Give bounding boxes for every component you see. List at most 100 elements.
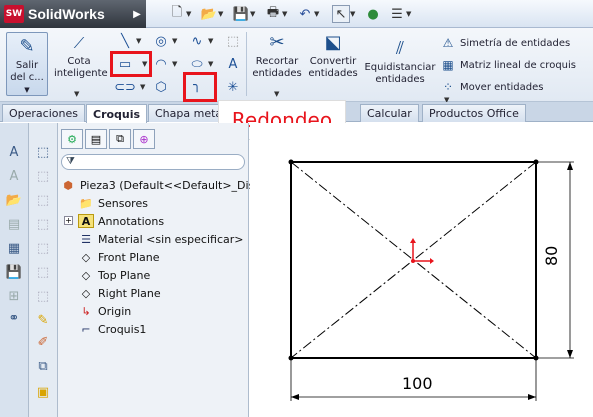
dimension-width-label[interactable]: 100 bbox=[402, 374, 433, 393]
tree-item-sensores[interactable]: 📁 Sensores bbox=[78, 195, 148, 211]
trim-entities-button[interactable]: ✂ Recortar entidades bbox=[252, 32, 302, 92]
slot-icon[interactable]: ⊂⊃ bbox=[114, 78, 136, 96]
open-folder-icon[interactable]: 📂 bbox=[5, 191, 23, 209]
sketch-point[interactable] bbox=[288, 355, 294, 361]
quick-access-toolbar: 🗋 ▼ 📂 ▼ 💾 ▼ 🖶 ▼ ↶ ▼ ↖ ▼ ● ☰ ▼ bbox=[168, 5, 414, 23]
graphics-area[interactable]: 100 80 bbox=[250, 123, 593, 417]
move-entities-button[interactable]: ⁘ Mover entidades bbox=[440, 79, 544, 95]
fillet-highlight bbox=[183, 72, 217, 102]
solidworks-logo[interactable]: SW SolidWorks bbox=[0, 0, 128, 28]
cube-icon[interactable]: ⬚ bbox=[34, 143, 52, 161]
save-icon[interactable]: 💾 bbox=[5, 263, 23, 281]
tab-calcular[interactable]: Calcular bbox=[360, 104, 419, 122]
sketch-point[interactable] bbox=[533, 159, 539, 165]
tree-item-right-plane[interactable]: ◇ Right Plane bbox=[78, 285, 161, 301]
sketch-point[interactable] bbox=[288, 159, 294, 165]
sketch-canvas[interactable]: 100 80 bbox=[250, 123, 593, 417]
circle-icon[interactable]: ◎ bbox=[152, 32, 170, 50]
chevron-down-icon[interactable]: ▼ bbox=[250, 10, 258, 18]
chevron-down-icon[interactable]: ▼ bbox=[406, 10, 414, 18]
layers-icon[interactable]: ▣ bbox=[34, 383, 52, 401]
convert-entities-button[interactable]: ⬕ Convertir entidades bbox=[306, 32, 360, 92]
sketch-point[interactable] bbox=[533, 355, 539, 361]
tree-item-origin[interactable]: ↳ Origin bbox=[78, 303, 131, 319]
cube-iso-icon[interactable]: ⬚ bbox=[34, 239, 52, 257]
chevron-down-icon[interactable]: ▼ bbox=[172, 60, 177, 68]
sw-logo-icon: SW bbox=[4, 5, 24, 23]
exit-sketch-button[interactable]: ✎ Salir del c... ▼ bbox=[6, 32, 48, 96]
origin-icon[interactable] bbox=[410, 238, 434, 264]
chevron-down-icon[interactable]: ▼ bbox=[282, 10, 290, 18]
spline-icon[interactable]: ∿ bbox=[188, 32, 206, 50]
expand-toggle-icon[interactable]: + bbox=[64, 216, 73, 225]
chevron-down-icon[interactable]: ▼ bbox=[140, 83, 145, 91]
text-icon[interactable]: A bbox=[224, 55, 242, 73]
save-icon[interactable]: 💾 bbox=[232, 5, 250, 23]
tree-filter-input[interactable]: ⧩ bbox=[61, 154, 245, 170]
view-toolbar: ⬚ ⬚ ⬚ ⬚ ⬚ ⬚ ⬚ ✎ ✐ ⧉ ▣ bbox=[29, 123, 58, 417]
feature-manager-tab-icon[interactable]: ⚙ bbox=[61, 129, 83, 149]
chevron-down-icon[interactable]: ▼ bbox=[186, 10, 194, 18]
property-manager-tab-icon[interactable]: ▤ bbox=[85, 129, 107, 149]
line-icon[interactable]: ╲ bbox=[116, 32, 134, 50]
dimension-height-label[interactable]: 80 bbox=[542, 246, 561, 266]
chevron-down-icon[interactable]: ▼ bbox=[74, 90, 79, 98]
print-icon[interactable]: 🖶 bbox=[264, 5, 282, 23]
origin-icon: ↳ bbox=[81, 304, 91, 318]
annotation-note-icon[interactable]: A bbox=[5, 143, 23, 161]
cube-trimetric-icon[interactable]: ⬚ bbox=[34, 263, 52, 281]
tab-operaciones[interactable]: Operaciones bbox=[2, 104, 85, 122]
cube-dimetric-icon[interactable]: ⬚ bbox=[34, 287, 52, 305]
chevron-down-icon[interactable]: ▼ bbox=[218, 10, 226, 18]
chevron-down-icon[interactable]: ▼ bbox=[350, 10, 358, 18]
tree-item-top-plane[interactable]: ◇ Top Plane bbox=[78, 267, 150, 283]
chevron-down-icon[interactable]: ▼ bbox=[208, 60, 213, 68]
edit-icon[interactable]: ✐ bbox=[34, 333, 52, 351]
menu-expand-icon[interactable]: ▶ bbox=[128, 0, 146, 28]
tab-productos-office[interactable]: Productos Office bbox=[422, 104, 526, 122]
grid-icon[interactable]: ⊞ bbox=[5, 287, 23, 305]
sketch-icon: ⌐ bbox=[81, 322, 91, 336]
chevron-down-icon[interactable]: ▼ bbox=[136, 37, 141, 45]
hierarchy-icon[interactable]: ⧉ bbox=[34, 357, 52, 375]
rebuild-icon[interactable]: ● bbox=[364, 5, 382, 23]
undo-icon[interactable]: ↶ bbox=[296, 5, 314, 23]
relations-icon[interactable]: ⚭ bbox=[5, 309, 23, 327]
sketch-pencil-icon[interactable]: ✎ bbox=[34, 311, 52, 329]
cube-top-icon[interactable]: ⬚ bbox=[34, 191, 52, 209]
polygon-icon[interactable]: ⬡ bbox=[152, 78, 170, 96]
select-icon[interactable]: ↖ bbox=[332, 5, 350, 23]
tree-item-croquis1[interactable]: ⌐ Croquis1 bbox=[78, 321, 146, 337]
open-icon[interactable]: 📂 bbox=[200, 5, 218, 23]
feature-manager-tree: ⚙ ▤ ⧉ ⊕ ⧩ ⬢ Pieza3 (Default<<Default>_Di… bbox=[58, 123, 254, 417]
cube-front-icon[interactable]: ⬚ bbox=[34, 167, 52, 185]
tree-root-part[interactable]: ⬢ Pieza3 (Default<<Default>_Dis bbox=[60, 177, 254, 193]
chevron-down-icon[interactable]: ▼ bbox=[274, 90, 279, 98]
tree-item-front-plane[interactable]: ◇ Front Plane bbox=[78, 249, 160, 265]
dimxpert-tab-icon[interactable]: ⊕ bbox=[133, 129, 155, 149]
configuration-manager-tab-icon[interactable]: ⧉ bbox=[109, 129, 131, 149]
options-icon[interactable]: ☰ bbox=[388, 5, 406, 23]
mirror-icon: ⚠ bbox=[442, 36, 454, 50]
smart-dimension-button[interactable]: ⟋ Cota inteligente bbox=[54, 32, 108, 88]
block-icon[interactable]: ▤ bbox=[5, 215, 23, 233]
tree-tabs: ⚙ ▤ ⧉ ⊕ bbox=[61, 129, 157, 149]
tab-croquis[interactable]: Croquis bbox=[86, 104, 148, 123]
chevron-down-icon[interactable]: ▼ bbox=[208, 37, 213, 45]
chevron-down-icon[interactable]: ▼ bbox=[172, 37, 177, 45]
tree-item-annotations[interactable]: A Annotations bbox=[78, 213, 164, 229]
offset-entities-button[interactable]: ⫽ Equidistanciar entidades bbox=[364, 38, 436, 94]
ellipse-icon[interactable]: ⬭ bbox=[188, 55, 206, 73]
linear-pattern-button[interactable]: ▦ Matriz lineal de croquis bbox=[440, 57, 576, 73]
cube-right-icon[interactable]: ⬚ bbox=[34, 215, 52, 233]
point-icon[interactable]: ✳ bbox=[224, 78, 242, 96]
tree-item-material[interactable]: ☰ Material <sin especificar> bbox=[78, 231, 243, 247]
plane-icon[interactable]: ⬚ bbox=[224, 32, 242, 50]
exit-sketch-icon: ✎ bbox=[19, 36, 35, 57]
new-document-icon[interactable]: 🗋 bbox=[168, 5, 186, 23]
chevron-down-icon[interactable]: ▼ bbox=[314, 10, 322, 18]
annotation-icon[interactable]: A bbox=[5, 167, 23, 185]
mirror-entities-button[interactable]: ⚠ Simetría de entidades bbox=[440, 35, 571, 51]
arc-icon[interactable]: ◠ bbox=[152, 55, 170, 73]
table-icon[interactable]: ▦ bbox=[5, 239, 23, 257]
